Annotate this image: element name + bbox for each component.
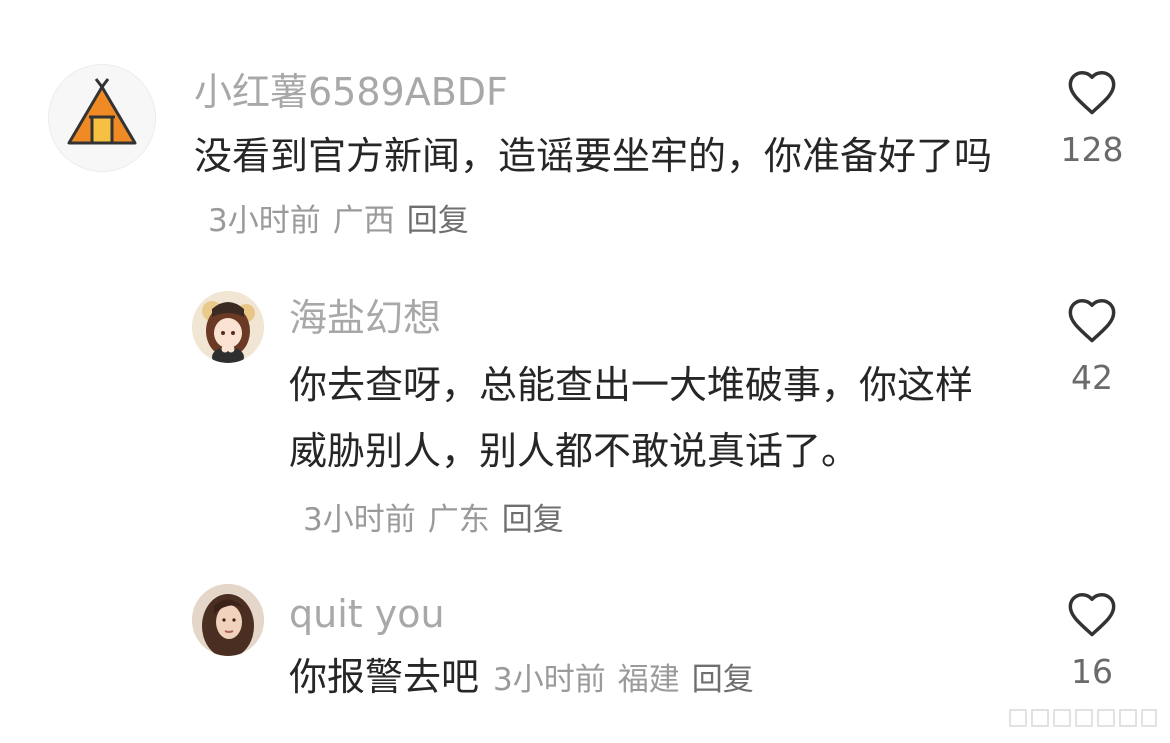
like-button[interactable]: 16 bbox=[1047, 590, 1137, 692]
username[interactable]: 海盐幻想 bbox=[289, 296, 441, 340]
woman-photo-avatar bbox=[192, 584, 264, 656]
comment-meta: 3小时前 福建 回复 bbox=[493, 662, 754, 698]
location: 广东 bbox=[427, 502, 490, 538]
reply-button[interactable]: 回复 bbox=[407, 203, 469, 239]
timestamp: 3小时前 bbox=[303, 502, 416, 538]
heart-icon bbox=[1068, 70, 1116, 115]
avatar[interactable] bbox=[192, 584, 264, 656]
anime-girl-avatar bbox=[192, 291, 264, 363]
comment-meta: 3小时前 广西 回复 bbox=[208, 203, 469, 239]
location: 福建 bbox=[617, 662, 680, 698]
like-button[interactable]: 42 bbox=[1047, 296, 1137, 398]
timestamp: 3小时前 bbox=[493, 662, 606, 698]
comment-content: 你去查呀，总能查出一大堆破事，你这样威胁别人，别人都不敢说真话了。 bbox=[289, 363, 974, 473]
reply-button[interactable]: 回复 bbox=[502, 502, 564, 538]
comment-text: 没看到官方新闻，造谣要坐牢的，你准备好了吗 3小时前 广西 回复 bbox=[194, 125, 1024, 252]
username[interactable]: 小红薯6589ABDF bbox=[194, 70, 508, 114]
comment-meta: 3小时前 广东 回复 bbox=[303, 502, 564, 538]
like-button[interactable]: 128 bbox=[1047, 68, 1137, 170]
like-count: 42 bbox=[1071, 358, 1113, 397]
location: 广西 bbox=[332, 203, 395, 239]
comment-text: 你去查呀，总能查出一大堆破事，你这样威胁别人，别人都不敢说真话了。 3小时前 广东回… bbox=[289, 352, 989, 553]
timestamp: 3小时前 bbox=[208, 203, 321, 239]
heart-icon bbox=[1068, 298, 1116, 343]
comment-content: 你报警去吧 bbox=[289, 655, 480, 699]
comment-text: 你报警去吧 3小时前 福建 回复 bbox=[289, 646, 1029, 711]
avatar[interactable] bbox=[192, 291, 264, 363]
like-count: 16 bbox=[1071, 652, 1113, 691]
tent-icon bbox=[67, 78, 137, 145]
reply-button[interactable]: 回复 bbox=[692, 662, 754, 698]
avatar[interactable] bbox=[48, 64, 156, 172]
like-count: 128 bbox=[1060, 130, 1124, 169]
comment-content: 没看到官方新闻，造谣要坐牢的，你准备好了吗 bbox=[194, 134, 993, 178]
watermark-icon bbox=[1008, 705, 1158, 735]
username[interactable]: quit you bbox=[289, 592, 445, 636]
heart-icon bbox=[1068, 592, 1116, 637]
